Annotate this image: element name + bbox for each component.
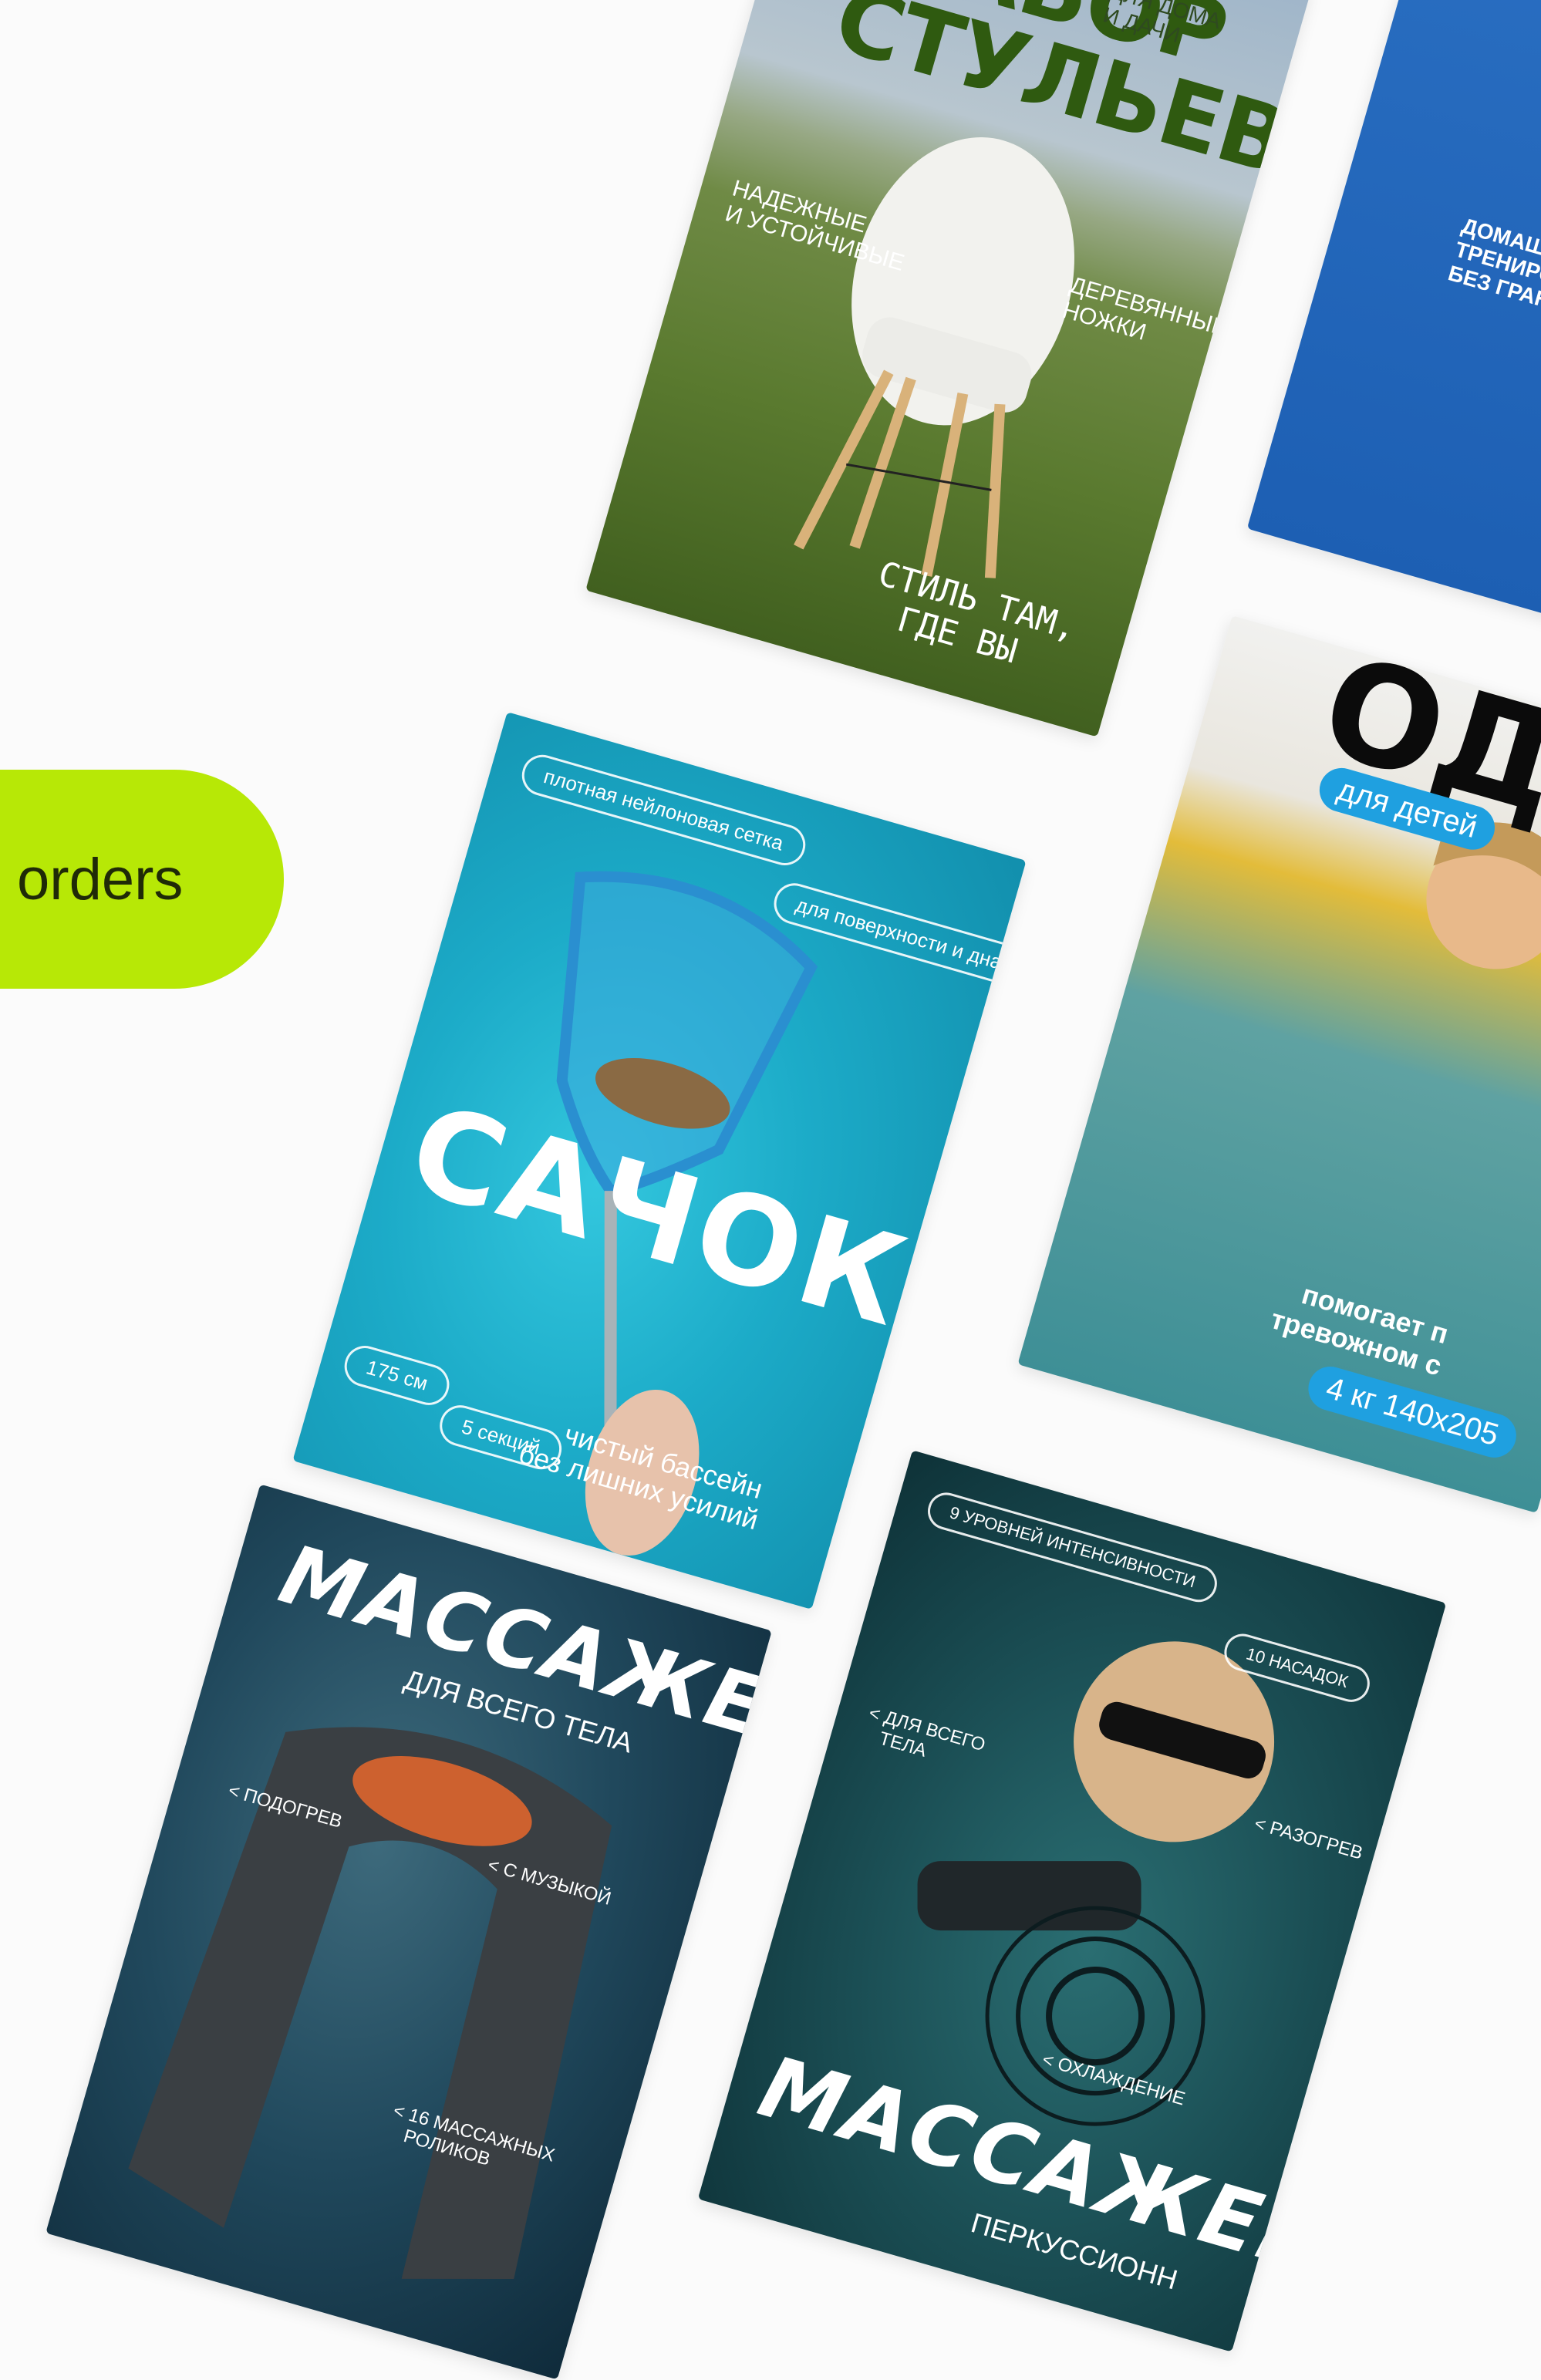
orders-tab[interactable]: orders [0, 770, 284, 989]
product-card-chairs[interactable]: НАБОР СТУЛЬЕВ ДЛЯ ДОМА И ДАЧИ ДЕРЕВЯННЫЕ… [585, 0, 1312, 737]
orders-tab-label: orders [17, 846, 184, 912]
product-card-training[interactable]: ДОМАШ ТРЕНИРО БЕЗ ГРАНИ [1246, 0, 1541, 648]
product-card-massager-body[interactable]: МАССАЖЕР ДЛЯ ВСЕГО ТЕЛА < ПОДОГРЕВ < С М… [46, 1484, 772, 2380]
product-card-kids[interactable]: ОДЕ для детей помогает п тревожном с 4 к… [1017, 615, 1541, 1513]
